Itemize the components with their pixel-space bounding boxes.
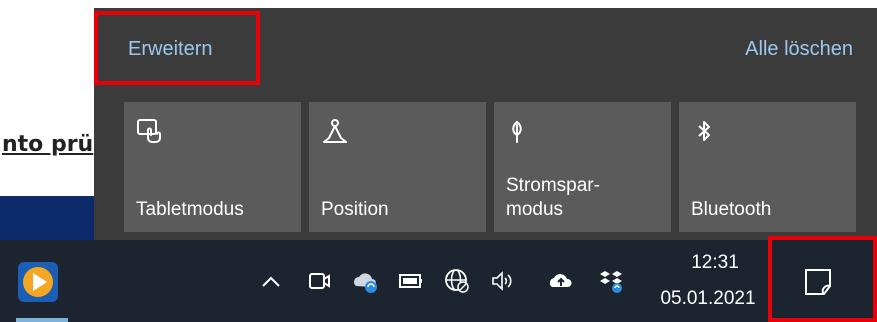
location-icon xyxy=(323,119,347,143)
active-app-indicator xyxy=(16,318,68,322)
tile-tablet-mode[interactable]: Tabletmodus xyxy=(124,102,301,232)
tile-position[interactable]: Position xyxy=(309,102,486,232)
taskbar: 12:31 05.01.2021 xyxy=(0,240,877,322)
tile-label: Position xyxy=(321,199,389,220)
media-player-app-icon[interactable] xyxy=(16,260,60,304)
tile-battery-saver[interactable]: Stromspar- modus xyxy=(494,102,671,232)
clock-date[interactable]: 05.01.2021 xyxy=(646,288,770,310)
clear-all-link[interactable]: Alle löschen xyxy=(745,38,853,61)
onedrive-sync-icon[interactable] xyxy=(352,268,378,294)
volume-icon[interactable] xyxy=(490,268,516,294)
highlight-expand xyxy=(94,11,260,85)
background-link[interactable]: nto prü xyxy=(2,132,93,157)
cloud-upload-icon[interactable] xyxy=(548,268,574,294)
network-icon[interactable] xyxy=(444,268,470,294)
dropbox-icon[interactable] xyxy=(598,268,624,294)
tile-label: Stromspar- modus xyxy=(506,175,600,220)
tile-bluetooth[interactable]: Bluetooth xyxy=(679,102,856,232)
background-banner xyxy=(0,196,96,240)
clock-time[interactable]: 12:31 xyxy=(660,252,770,274)
battery-saver-icon xyxy=(512,120,522,143)
chevron-up-icon[interactable] xyxy=(258,269,284,295)
bluetooth-icon xyxy=(698,121,710,141)
highlight-notification-button xyxy=(768,236,877,322)
meet-now-icon[interactable] xyxy=(306,268,332,294)
battery-icon[interactable] xyxy=(398,268,424,294)
tablet-mode-icon xyxy=(137,119,161,143)
tile-label: Tabletmodus xyxy=(136,199,244,220)
tile-label: Bluetooth xyxy=(691,199,772,220)
